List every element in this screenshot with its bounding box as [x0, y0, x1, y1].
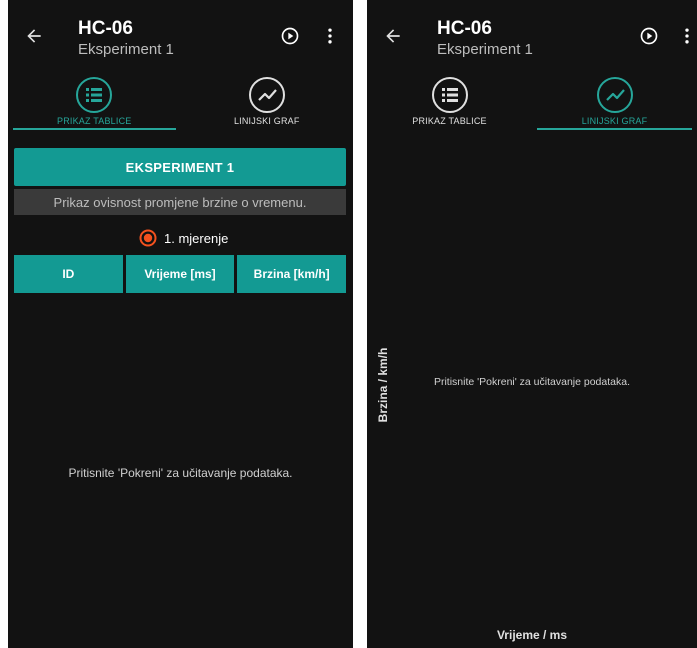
tab-graph-label: LINIJSKI GRAF [581, 116, 648, 126]
screen-table-view: HC-06 Eksperiment 1 PRIKAZ TABLICE LINIJ… [8, 0, 353, 648]
more-vert-icon[interactable] [683, 26, 691, 46]
column-header-id: ID [14, 255, 123, 293]
tab-bar: PRIKAZ TABLICE LINIJSKI GRAF [8, 70, 353, 132]
table-header: ID Vrijeme [ms] Brzina [km/h] [14, 255, 347, 293]
app-subtitle: Eksperiment 1 [78, 41, 174, 58]
column-header-speed: Brzina [km/h] [237, 255, 347, 293]
more-vert-icon[interactable] [326, 26, 334, 46]
empty-table-message: Pritisnite 'Pokreni' za učitavanje podat… [68, 466, 293, 480]
play-icon[interactable] [639, 26, 659, 46]
tab-table[interactable]: PRIKAZ TABLICE [8, 70, 181, 132]
app-subtitle: Eksperiment 1 [437, 41, 533, 58]
experiment-description: Prikaz ovisnost promjene brzine o vremen… [14, 189, 346, 215]
tab-table[interactable]: PRIKAZ TABLICE [367, 70, 532, 132]
radio-selected-icon[interactable] [139, 229, 157, 247]
tab-table-label: PRIKAZ TABLICE [412, 116, 487, 126]
tab-graph-label: LINIJSKI GRAF [233, 116, 300, 126]
back-arrow-icon[interactable] [383, 26, 403, 46]
experiment-button[interactable]: EKSPERIMENT 1 [14, 148, 346, 186]
play-icon[interactable] [280, 26, 300, 46]
app-title: HC-06 [437, 18, 492, 39]
tab-indicator [13, 128, 176, 130]
list-icon [431, 77, 468, 113]
list-icon [76, 77, 113, 113]
measurement-label: 1. mjerenje [164, 230, 229, 246]
app-titles: HC-06 Eksperiment 1 [78, 18, 174, 60]
x-axis-label: Vrijeme / ms [496, 628, 568, 642]
app-titles: HC-06 Eksperiment 1 [437, 18, 533, 60]
tab-bar: PRIKAZ TABLICE LINIJSKI GRAF [367, 70, 697, 132]
app-bar: HC-06 Eksperiment 1 [8, 0, 353, 66]
column-header-time: Vrijeme [ms] [125, 255, 235, 293]
tab-graph[interactable]: LINIJSKI GRAF [532, 70, 697, 132]
empty-graph-message: Pritisnite 'Pokreni' za učitavanje podat… [433, 376, 631, 388]
tab-indicator [537, 128, 692, 130]
line-chart-icon [596, 77, 633, 113]
app-bar: HC-06 Eksperiment 1 [367, 0, 697, 66]
back-arrow-icon[interactable] [24, 26, 44, 46]
tab-graph[interactable]: LINIJSKI GRAF [181, 70, 354, 132]
tab-table-label: PRIKAZ TABLICE [57, 116, 132, 126]
screen-graph-view: HC-06 Eksperiment 1 PRIKAZ TABLICE LINIJ… [367, 0, 697, 648]
app-title: HC-06 [78, 18, 133, 39]
measurement-radio-option[interactable]: 1. mjerenje [139, 228, 228, 248]
line-chart-icon [248, 77, 285, 113]
